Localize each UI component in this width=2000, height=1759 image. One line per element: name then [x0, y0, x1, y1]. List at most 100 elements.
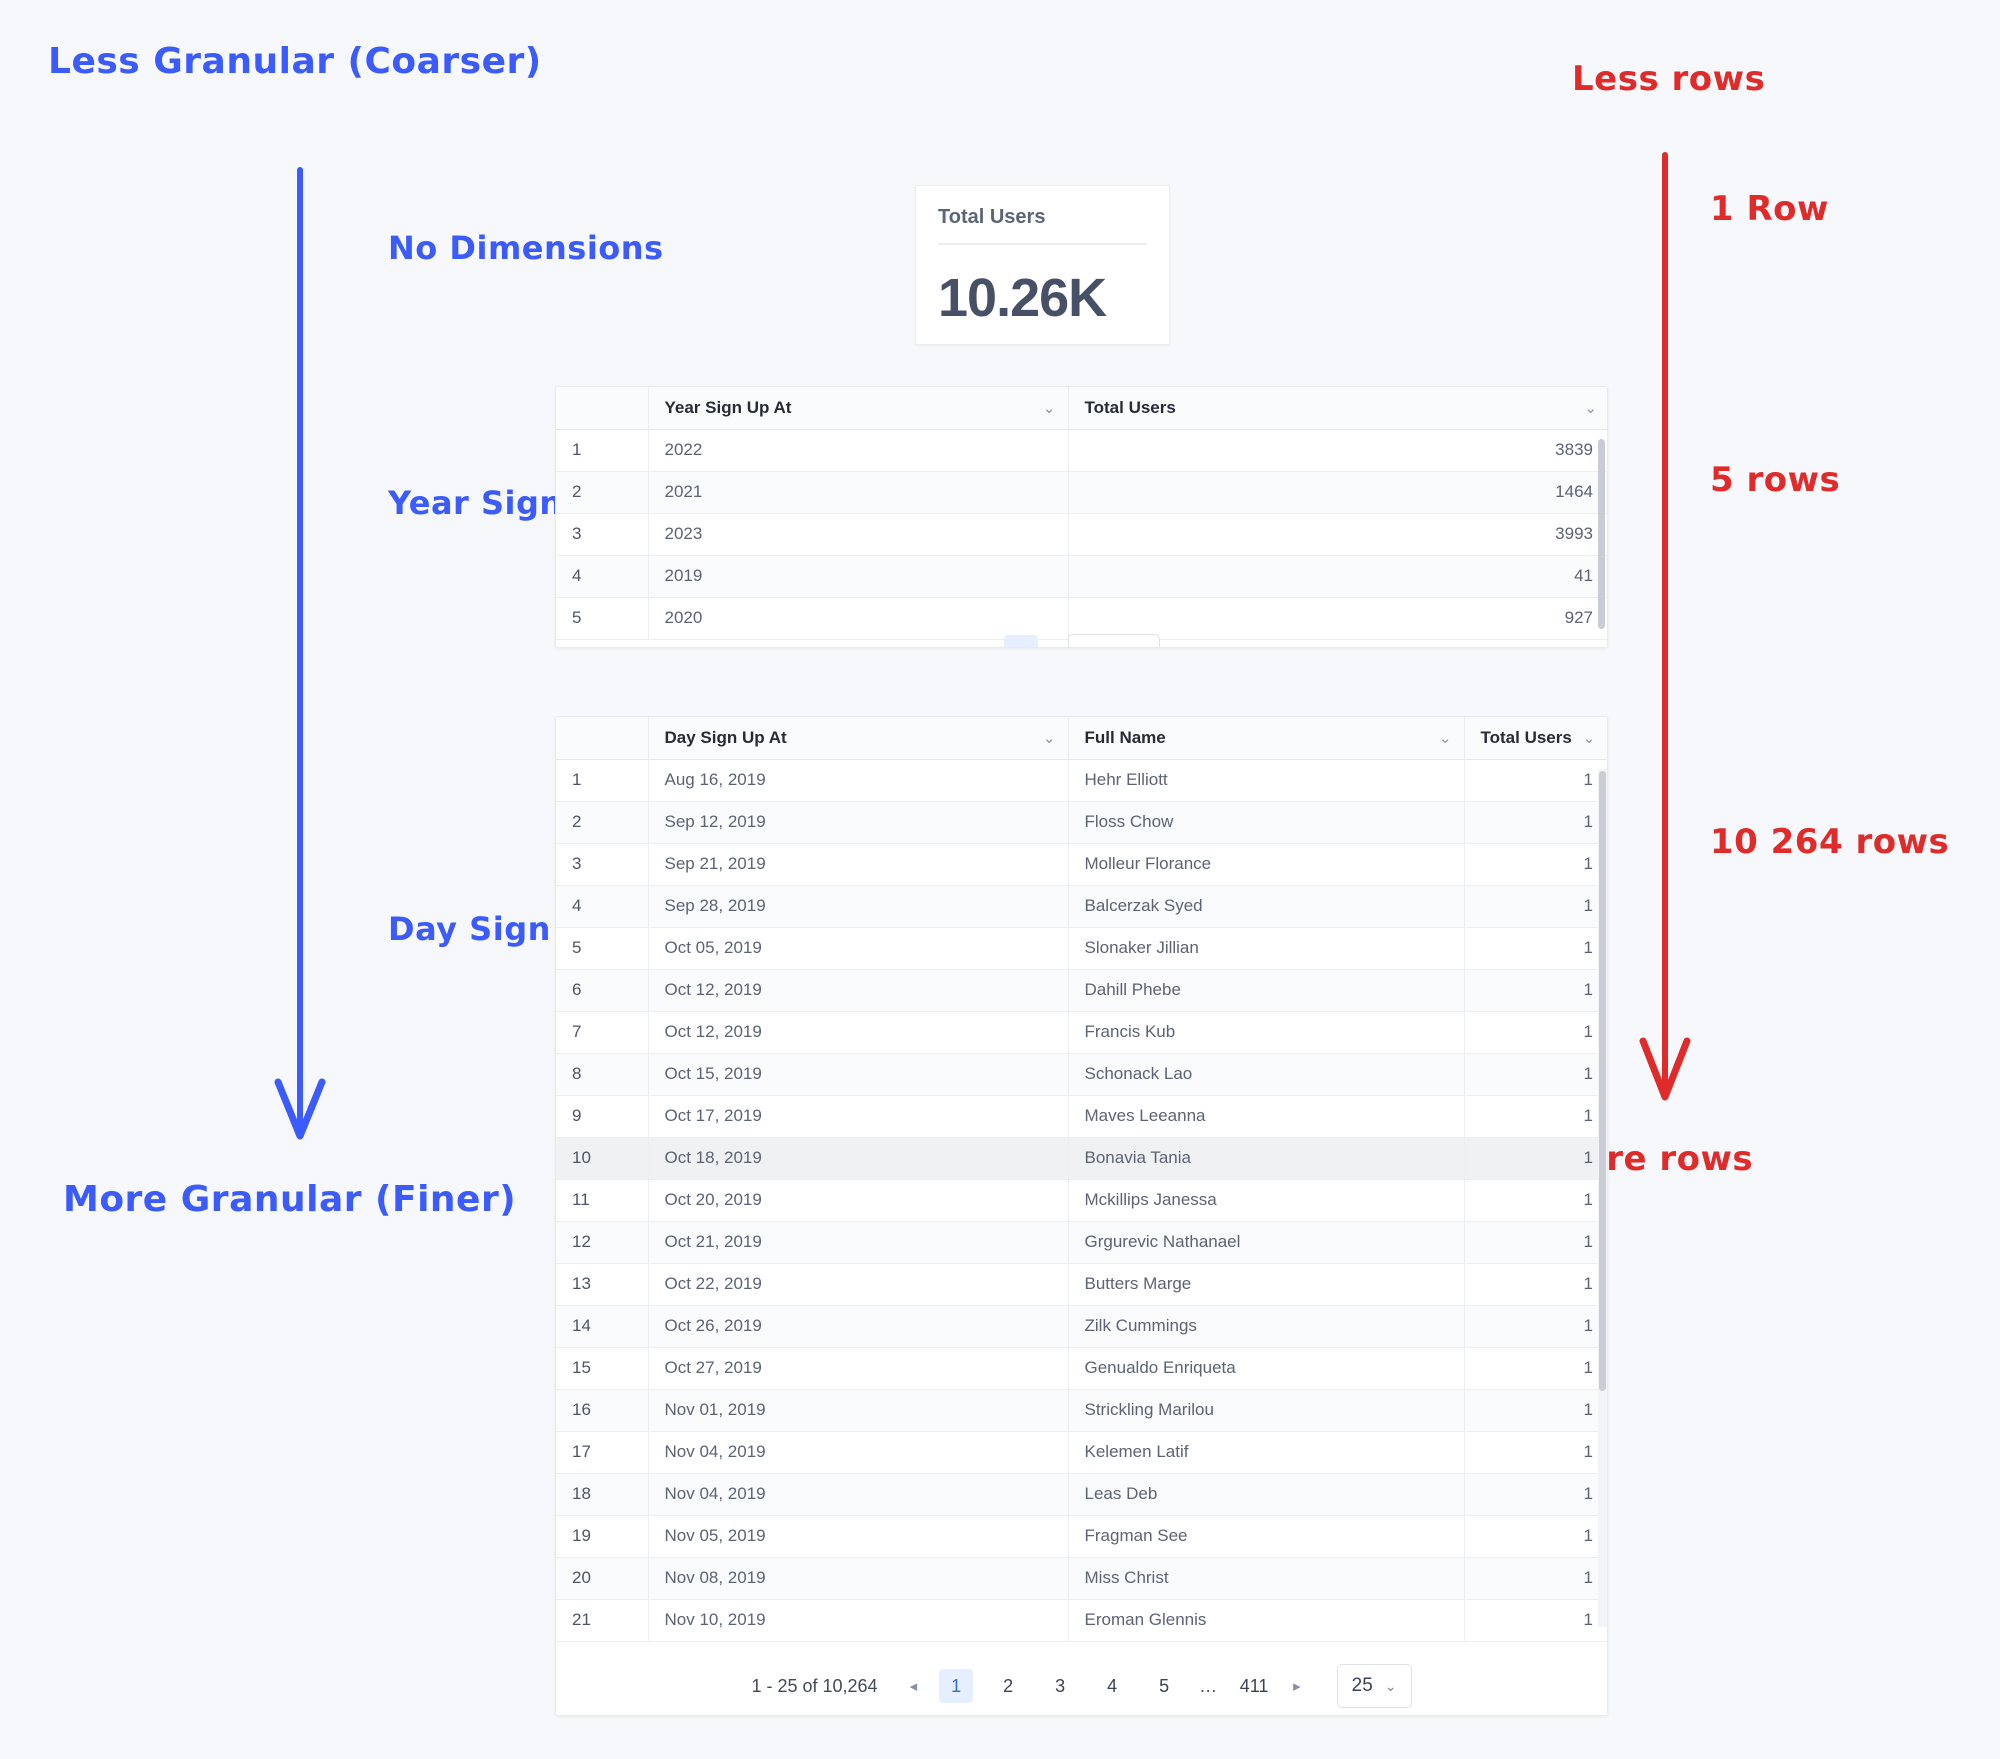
row-index: 1: [556, 759, 649, 802]
pagination-page-2[interactable]: 2: [991, 1669, 1025, 1703]
row-index: 3: [556, 513, 649, 556]
table-row[interactable]: 17 Nov 04, 2019 Kelemen Latif 1: [556, 1431, 1607, 1474]
table-row[interactable]: 19 Nov 05, 2019 Fragman See 1: [556, 1515, 1607, 1558]
table-row[interactable]: 4 Sep 28, 2019 Balcerzak Syed 1: [556, 885, 1607, 928]
cell-total-users: 1: [1464, 801, 1607, 844]
row-index: 10: [556, 1137, 649, 1180]
table-row[interactable]: 13 Oct 22, 2019 Butters Marge 1: [556, 1263, 1607, 1306]
cell-day: Sep 28, 2019: [648, 885, 1069, 928]
table-row[interactable]: 9 Oct 17, 2019 Maves Leeanna 1: [556, 1095, 1607, 1138]
cell-total-users: 1: [1464, 1347, 1607, 1390]
cell-total-users: 1: [1464, 1557, 1607, 1600]
table-row[interactable]: 15 Oct 27, 2019 Genualdo Enriqueta 1: [556, 1347, 1607, 1390]
cell-day: Sep 21, 2019: [648, 843, 1069, 886]
table-row[interactable]: 3 2023 3993: [556, 513, 1607, 556]
column-header-index: [556, 717, 649, 760]
cell-day: Oct 05, 2019: [648, 927, 1069, 970]
row-index: 2: [556, 801, 649, 844]
cell-full-name: Floss Chow: [1068, 801, 1465, 844]
cell-day: Nov 05, 2019: [648, 1515, 1069, 1558]
cell-total-users: 1: [1464, 843, 1607, 886]
cell-full-name: Balcerzak Syed: [1068, 885, 1465, 928]
table-row[interactable]: 12 Oct 21, 2019 Grgurevic Nathanael 1: [556, 1221, 1607, 1264]
year-table-body: 1 2022 3839 2 2021 1464 3 2023 3993 4 20…: [556, 429, 1607, 640]
cell-full-name: Maves Leeanna: [1068, 1095, 1465, 1138]
chevron-down-icon[interactable]: ⌄: [1385, 1678, 1397, 1695]
table-row[interactable]: 11 Oct 20, 2019 Mckillips Janessa 1: [556, 1179, 1607, 1222]
chevron-down-icon[interactable]: ⌄: [1439, 729, 1452, 747]
pagination-ellipsis: …: [1199, 1675, 1220, 1696]
table-header-row: Year Sign Up At ⌄ Total Users ⌄: [556, 387, 1607, 430]
row-index: 20: [556, 1557, 649, 1600]
annotation-five-rows: 5 rows: [1710, 460, 1841, 500]
table-row[interactable]: 1 Aug 16, 2019 Hehr Elliott 1: [556, 759, 1607, 802]
granularity-arrow-blue: [274, 167, 326, 1140]
cell-day: Oct 12, 2019: [648, 969, 1069, 1012]
day-signup-table-card[interactable]: Day Sign Up At ⌄ Full Name ⌄ Total Users…: [555, 716, 1608, 1716]
page-size-select[interactable]: 25 ⌄: [1336, 1664, 1412, 1708]
pagination-info: 1 - 25 of 10,264: [751, 1675, 878, 1696]
cell-full-name: Eroman Glennis: [1068, 1599, 1465, 1642]
cell-total-users: 1: [1464, 969, 1607, 1012]
table-row[interactable]: 4 2019 41: [556, 555, 1607, 598]
pagination-page-last[interactable]: 411: [1237, 1669, 1271, 1703]
column-header-total-users[interactable]: Total Users ⌄: [1068, 387, 1607, 430]
rowcount-arrow-red: [1639, 152, 1691, 1101]
cell-full-name: Francis Kub: [1068, 1011, 1465, 1054]
day-signup-table[interactable]: Day Sign Up At ⌄ Full Name ⌄ Total Users…: [556, 717, 1607, 1642]
pagination-page-1[interactable]: 1: [939, 1669, 974, 1703]
table-row[interactable]: 2 Sep 12, 2019 Floss Chow 1: [556, 801, 1607, 844]
pagination-page-5[interactable]: 5: [1147, 1669, 1181, 1703]
column-header-label: Total Users: [1480, 727, 1572, 747]
table-row[interactable]: 6 Oct 12, 2019 Dahill Phebe 1: [556, 969, 1607, 1012]
cell-day: Oct 12, 2019: [648, 1011, 1069, 1054]
table-row[interactable]: 20 Nov 08, 2019 Miss Christ 1: [556, 1557, 1607, 1600]
table-row[interactable]: 21 Nov 10, 2019 Eroman Glennis 1: [556, 1599, 1607, 1642]
pagination-prev-button[interactable]: ◂: [906, 1677, 922, 1695]
total-users-kpi-card[interactable]: Total Users 10.26K: [915, 185, 1170, 345]
table-scrollbar-thumb[interactable]: [1598, 439, 1605, 629]
column-header-label: Total Users: [1084, 397, 1176, 417]
year-table-pager-clipped[interactable]: [556, 633, 1607, 647]
chevron-down-icon[interactable]: ⌄: [1043, 729, 1056, 747]
pagination-next-button[interactable]: ▸: [1289, 1677, 1305, 1695]
table-row[interactable]: 10 Oct 18, 2019 Bonavia Tania 1: [556, 1137, 1607, 1180]
column-header-full-name[interactable]: Full Name ⌄: [1068, 717, 1465, 760]
row-index: 21: [556, 1599, 649, 1642]
cell-full-name: Hehr Elliott: [1068, 759, 1465, 802]
cell-total-users: 1: [1464, 1137, 1607, 1180]
table-row[interactable]: 8 Oct 15, 2019 Schonack Lao 1: [556, 1053, 1607, 1096]
cell-full-name: Genualdo Enriqueta: [1068, 1347, 1465, 1390]
table-row[interactable]: 5 Oct 05, 2019 Slonaker Jillian 1: [556, 927, 1607, 970]
table-row[interactable]: 1 2022 3839: [556, 429, 1607, 472]
cell-total-users: 1: [1464, 1053, 1607, 1096]
table-row[interactable]: 2 2021 1464: [556, 471, 1607, 514]
column-header-total-users[interactable]: Total Users ⌄: [1464, 717, 1607, 760]
chevron-down-icon[interactable]: ⌄: [1583, 730, 1596, 747]
table-row[interactable]: 16 Nov 01, 2019 Strickling Marilou 1: [556, 1389, 1607, 1432]
pagination-page-3[interactable]: 3: [1043, 1669, 1077, 1703]
row-index: 4: [556, 555, 649, 598]
chevron-down-icon[interactable]: ⌄: [1584, 399, 1597, 417]
annotation-less-granular: Less Granular (Coarser): [48, 41, 542, 82]
table-row[interactable]: 14 Oct 26, 2019 Zilk Cummings 1: [556, 1305, 1607, 1348]
table-row[interactable]: 18 Nov 04, 2019 Leas Deb 1: [556, 1473, 1607, 1516]
table-row[interactable]: 7 Oct 12, 2019 Francis Kub 1: [556, 1011, 1607, 1054]
table-row[interactable]: 3 Sep 21, 2019 Molleur Florance 1: [556, 843, 1607, 886]
chevron-down-icon[interactable]: ⌄: [1043, 399, 1056, 417]
cell-full-name: Butters Marge: [1068, 1263, 1465, 1306]
column-header-year-sign-up-at[interactable]: Year Sign Up At ⌄: [648, 387, 1069, 430]
column-header-day-sign-up-at[interactable]: Day Sign Up At ⌄: [648, 717, 1069, 760]
cell-full-name: Slonaker Jillian: [1068, 927, 1465, 970]
pagination-page-4[interactable]: 4: [1095, 1669, 1129, 1703]
table-scrollbar-thumb[interactable]: [1599, 771, 1606, 1391]
row-index: 1: [556, 429, 649, 472]
kpi-title: Total Users: [938, 206, 1046, 228]
cell-day: Oct 21, 2019: [648, 1221, 1069, 1264]
pager-page-size-sliver[interactable]: [1067, 634, 1160, 647]
pagination-bar[interactable]: 1 - 25 of 10,264 ◂ 1 2 3 4 5 … 411 ▸ 25 …: [556, 1657, 1607, 1715]
cell-year: 2019: [648, 555, 1069, 598]
pager-active-page-sliver[interactable]: [1003, 635, 1038, 647]
year-signup-table-card[interactable]: Year Sign Up At ⌄ Total Users ⌄ 1 2022 3…: [555, 386, 1608, 648]
year-signup-table[interactable]: Year Sign Up At ⌄ Total Users ⌄ 1 2022 3…: [556, 387, 1607, 640]
